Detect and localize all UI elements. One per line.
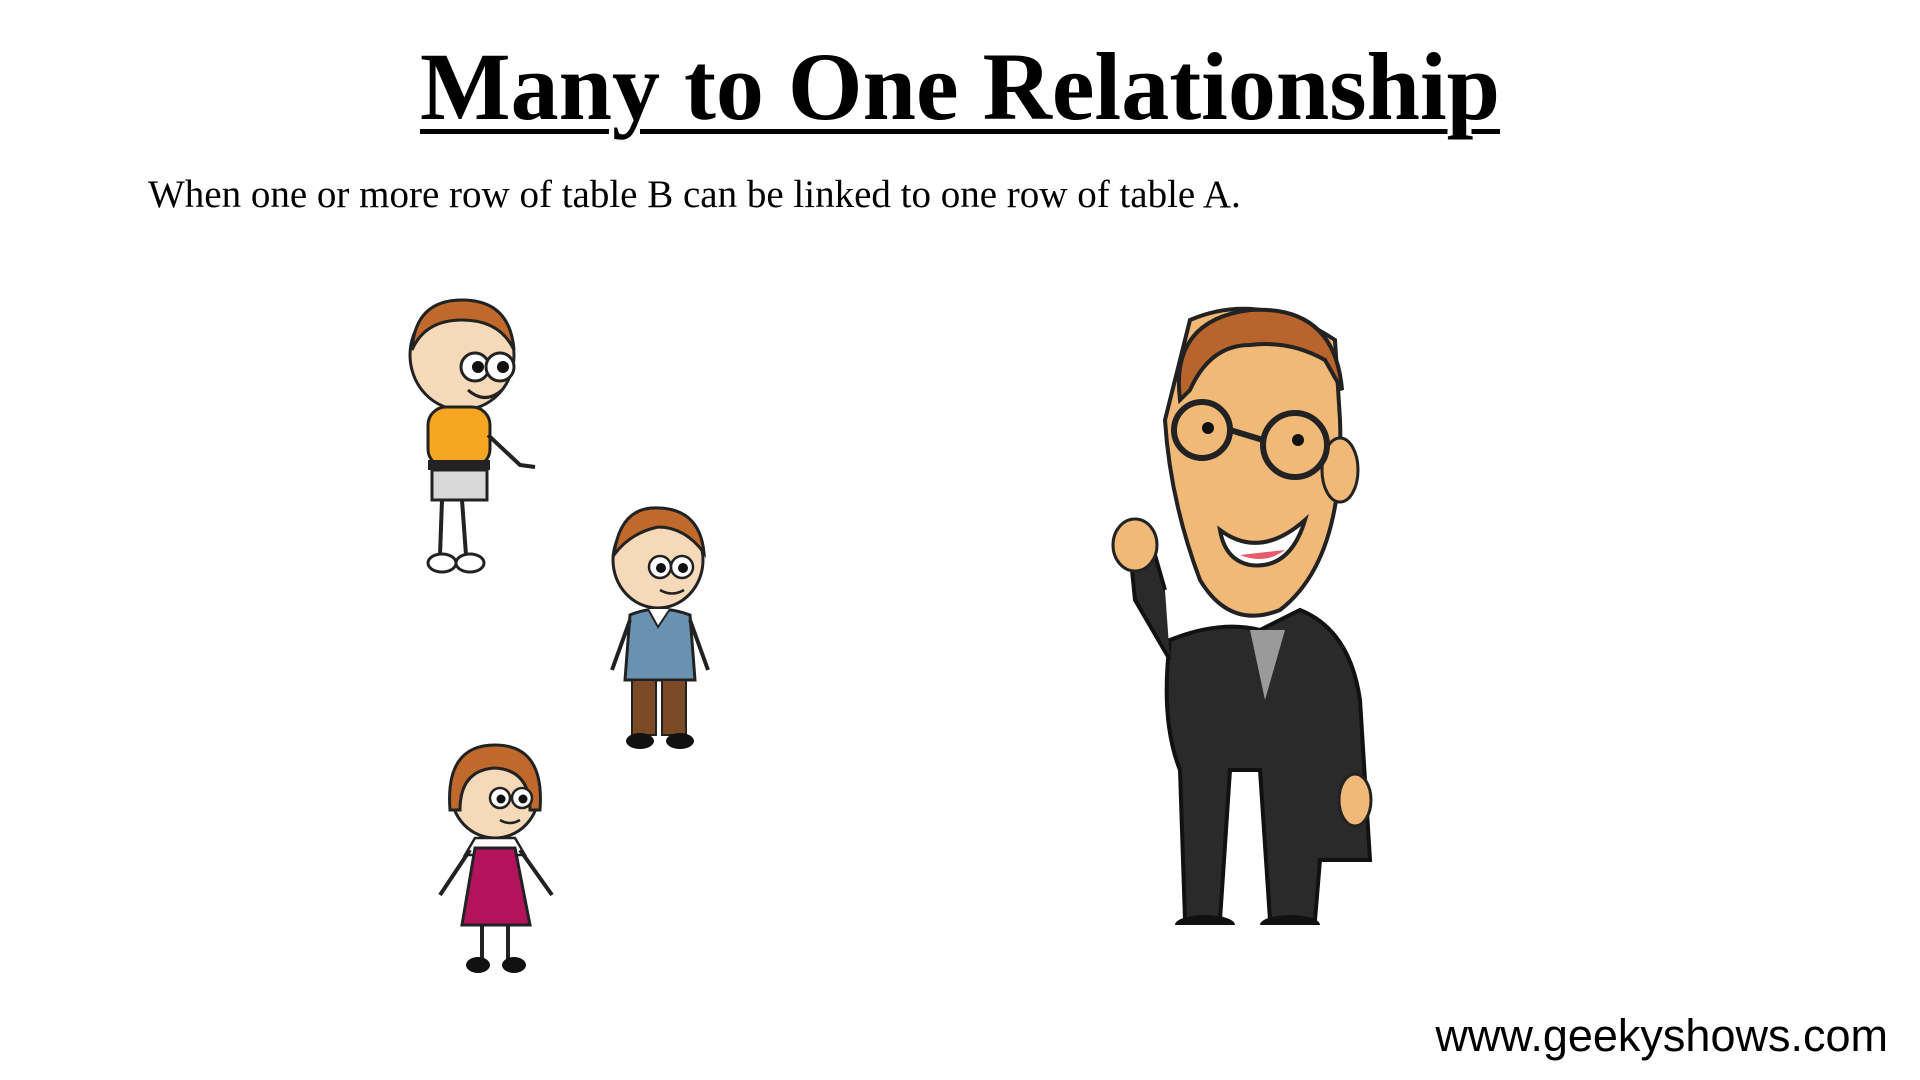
man-in-suit-illustration [1111,306,1373,925]
boy-orange-shirt-illustration [408,298,536,574]
slide-title: Many to One Relationship [419,33,1501,140]
slide: Many to One Relationship When one or mor… [0,0,1920,1080]
boy-blue-sweater-illustration [610,506,710,749]
website-watermark: www.geekyshows.com [1435,1010,1888,1061]
slide-description: When one or more row of table B can be l… [148,173,1241,216]
girl-magenta-dress-illustration [438,743,554,973]
